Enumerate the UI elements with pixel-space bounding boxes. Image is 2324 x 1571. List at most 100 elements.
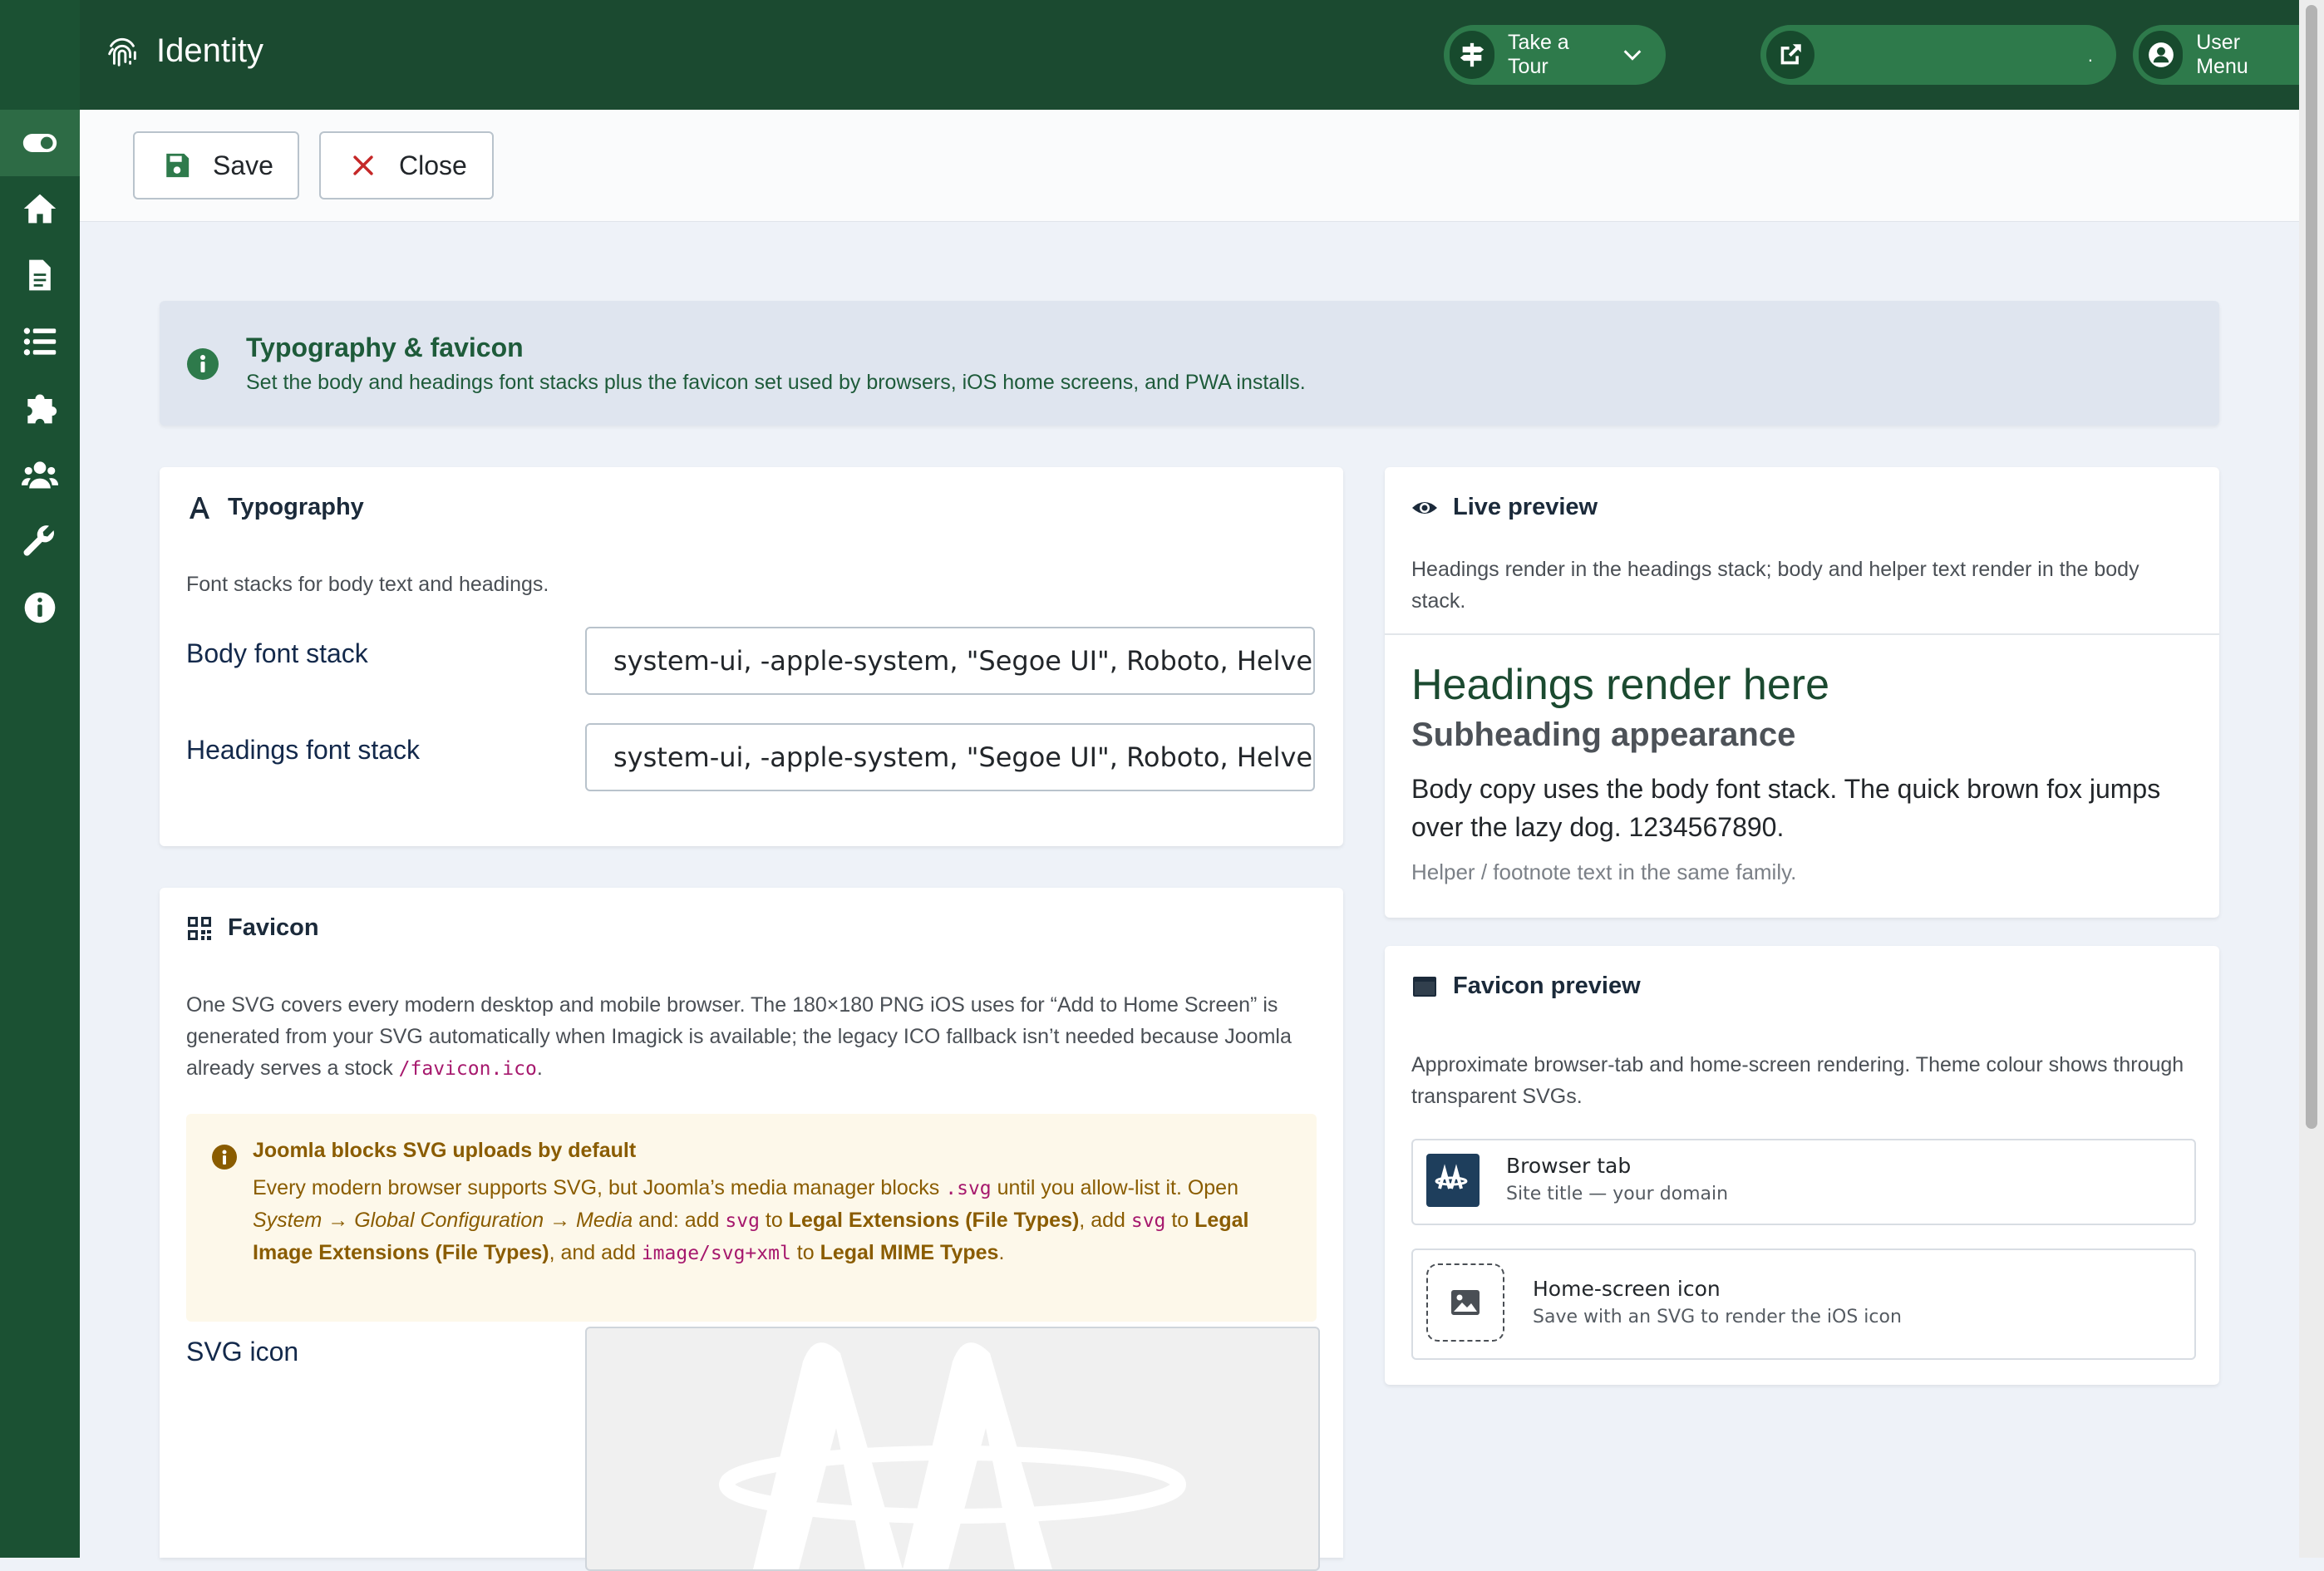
warning-code: svg: [725, 1210, 760, 1232]
live-preview-heading: Live preview: [1411, 494, 1598, 521]
home-screen-title: Home-screen icon: [1533, 1277, 1721, 1301]
close-button[interactable]: Close: [319, 131, 494, 199]
favicon-desc-end: .: [536, 1056, 543, 1080]
divider: [1385, 633, 2219, 635]
favicon-heading: Favicon: [186, 914, 319, 942]
legal-mime-types-label: Legal MIME Types: [820, 1241, 999, 1264]
warning-code: svg: [1130, 1210, 1166, 1232]
image-placeholder-icon: [1426, 1263, 1504, 1342]
preview-heading: Headings render here: [1411, 661, 1829, 709]
preview-subheading: Subheading appearance: [1411, 717, 1796, 753]
info-alert: Typography & favicon Set the body and he…: [160, 301, 2219, 426]
view-site-button[interactable]: .: [1760, 25, 2116, 85]
warning-code: image/svg+xml: [641, 1243, 791, 1264]
warning-title: Joomla blocks SVG uploads by default: [253, 1139, 637, 1162]
svg-icon-dropzone[interactable]: [585, 1327, 1320, 1571]
svg-icon-label: SVG icon: [186, 1337, 299, 1367]
fingerprint-icon: [108, 37, 136, 66]
puzzle-icon[interactable]: [18, 387, 62, 430]
warning-text: and: add: [633, 1209, 726, 1232]
close-label: Close: [399, 150, 467, 180]
favicon-tile-icon: [1426, 1154, 1480, 1207]
brand: Identity: [103, 32, 263, 70]
warning-text: to: [759, 1209, 789, 1232]
home-screen-icon-preview: Home-screen icon Save with an SVG to ren…: [1411, 1248, 2196, 1360]
warning-text: Every modern browser supports SVG, but J…: [253, 1176, 946, 1199]
favicon-preview-title: Favicon preview: [1453, 973, 1641, 999]
warning-text: , and add: [549, 1241, 642, 1264]
save-button[interactable]: Save: [133, 131, 299, 199]
sidebar: [0, 0, 80, 1558]
app-title: Identity: [156, 32, 263, 69]
warning-code: .svg: [945, 1178, 992, 1199]
warning-info-icon: [212, 1145, 237, 1170]
external-link-icon: [1766, 31, 1814, 79]
info-circle-icon: [187, 348, 219, 380]
browser-tab-preview: Browser tab Site title — your domain: [1411, 1139, 2196, 1225]
warning-text: to: [1165, 1209, 1195, 1232]
alert-title: Typography & favicon: [246, 332, 524, 362]
save-label: Save: [213, 150, 273, 180]
eye-icon: [1412, 501, 1437, 514]
take-a-tour-label: Take a Tour: [1508, 31, 1569, 78]
typography-heading: Typography: [186, 494, 364, 521]
browser-window-icon: [1413, 976, 1436, 997]
warning-body: Every modern browser supports SVG, but J…: [253, 1172, 1308, 1269]
body-font-input[interactable]: system-ui, -apple-system, "Segoe UI", Ro…: [585, 627, 1315, 695]
favicon-card: Favicon One SVG covers every modern desk…: [160, 888, 1343, 1571]
chevron-down-icon: [1623, 50, 1642, 61]
favicon-path-code: /favicon.ico: [398, 1058, 537, 1080]
preview-helper-text: Helper / footnote text in the same famil…: [1411, 859, 1797, 884]
user-menu-button[interactable]: User Menu: [2133, 25, 2324, 85]
warning-text: to: [790, 1241, 820, 1264]
scrollbar-thumb[interactable]: [2306, 5, 2317, 1129]
close-icon: [353, 155, 373, 175]
preview-body-text: Body copy uses the body font stack. The …: [1411, 774, 2161, 842]
favicon-title: Favicon: [228, 914, 319, 941]
list-icon[interactable]: [18, 320, 62, 363]
body-font-label: Body font stack: [186, 638, 368, 668]
floppy-disk-icon: [166, 153, 190, 178]
browser-tab-subtitle: Site title — your domain: [1506, 1184, 1729, 1204]
wrench-icon[interactable]: [18, 520, 62, 563]
svg-logo-preview: [719, 1342, 1186, 1569]
toggle-on-icon: [18, 121, 62, 165]
info-icon[interactable]: [18, 586, 62, 629]
article-icon[interactable]: [18, 254, 62, 297]
page-scrollbar[interactable]: [2299, 0, 2324, 1558]
legal-extensions-label: Legal Extensions (File Types): [788, 1209, 1080, 1232]
users-icon[interactable]: [18, 453, 62, 496]
alert-text: Set the body and headings font stacks pl…: [246, 371, 1306, 394]
warning-text: , add: [1079, 1209, 1131, 1232]
favicon-desc-text: One SVG covers every modern desktop and …: [186, 993, 1292, 1080]
live-preview-card: Live preview Headings render in the head…: [1385, 467, 2219, 918]
config-path: System → Global Configuration → Media: [253, 1209, 633, 1232]
user-menu-label: User Menu: [2196, 31, 2248, 78]
site-name: .: [2087, 45, 2093, 66]
font-icon: [190, 496, 209, 519]
browser-tab-title: Browser tab: [1506, 1154, 1632, 1178]
user-icon: [2139, 31, 2184, 79]
headings-font-input[interactable]: system-ui, -apple-system, "Segoe UI", Ro…: [585, 723, 1315, 791]
typography-title: Typography: [228, 494, 364, 520]
top-header: Identity Take a Tour . User Menu: [80, 0, 2324, 110]
headings-font-label: Headings font stack: [186, 735, 421, 765]
signpost-icon: [1450, 31, 1495, 79]
svg-warning-alert: Joomla blocks SVG uploads by default Eve…: [186, 1114, 1317, 1322]
live-preview-title: Live preview: [1453, 494, 1598, 520]
qr-code-icon: [188, 916, 211, 940]
favicon-preview-card: Favicon preview Approximate browser-tab …: [1385, 946, 2219, 1385]
typography-card: Typography Font stacks for body text and…: [160, 467, 1343, 846]
take-a-tour-button[interactable]: Take a Tour: [1444, 25, 1666, 85]
favicon-description: One SVG covers every modern desktop and …: [186, 989, 1325, 1085]
sidebar-toggle[interactable]: [0, 110, 80, 176]
warning-text: until you allow-list it. Open: [991, 1176, 1238, 1199]
home-screen-subtitle: Save with an SVG to render the iOS icon: [1533, 1307, 1902, 1327]
live-preview-description: Headings render in the headings stack; b…: [1411, 558, 2139, 613]
favicon-preview-heading: Favicon preview: [1411, 973, 1641, 1000]
warning-text: .: [998, 1241, 1005, 1264]
typography-description: Font stacks for body text and headings.: [186, 573, 549, 596]
favicon-preview-description: Approximate browser-tab and home-screen …: [1411, 1053, 2184, 1108]
action-toolbar: Save Close: [80, 110, 2299, 222]
home-icon[interactable]: [18, 187, 62, 230]
